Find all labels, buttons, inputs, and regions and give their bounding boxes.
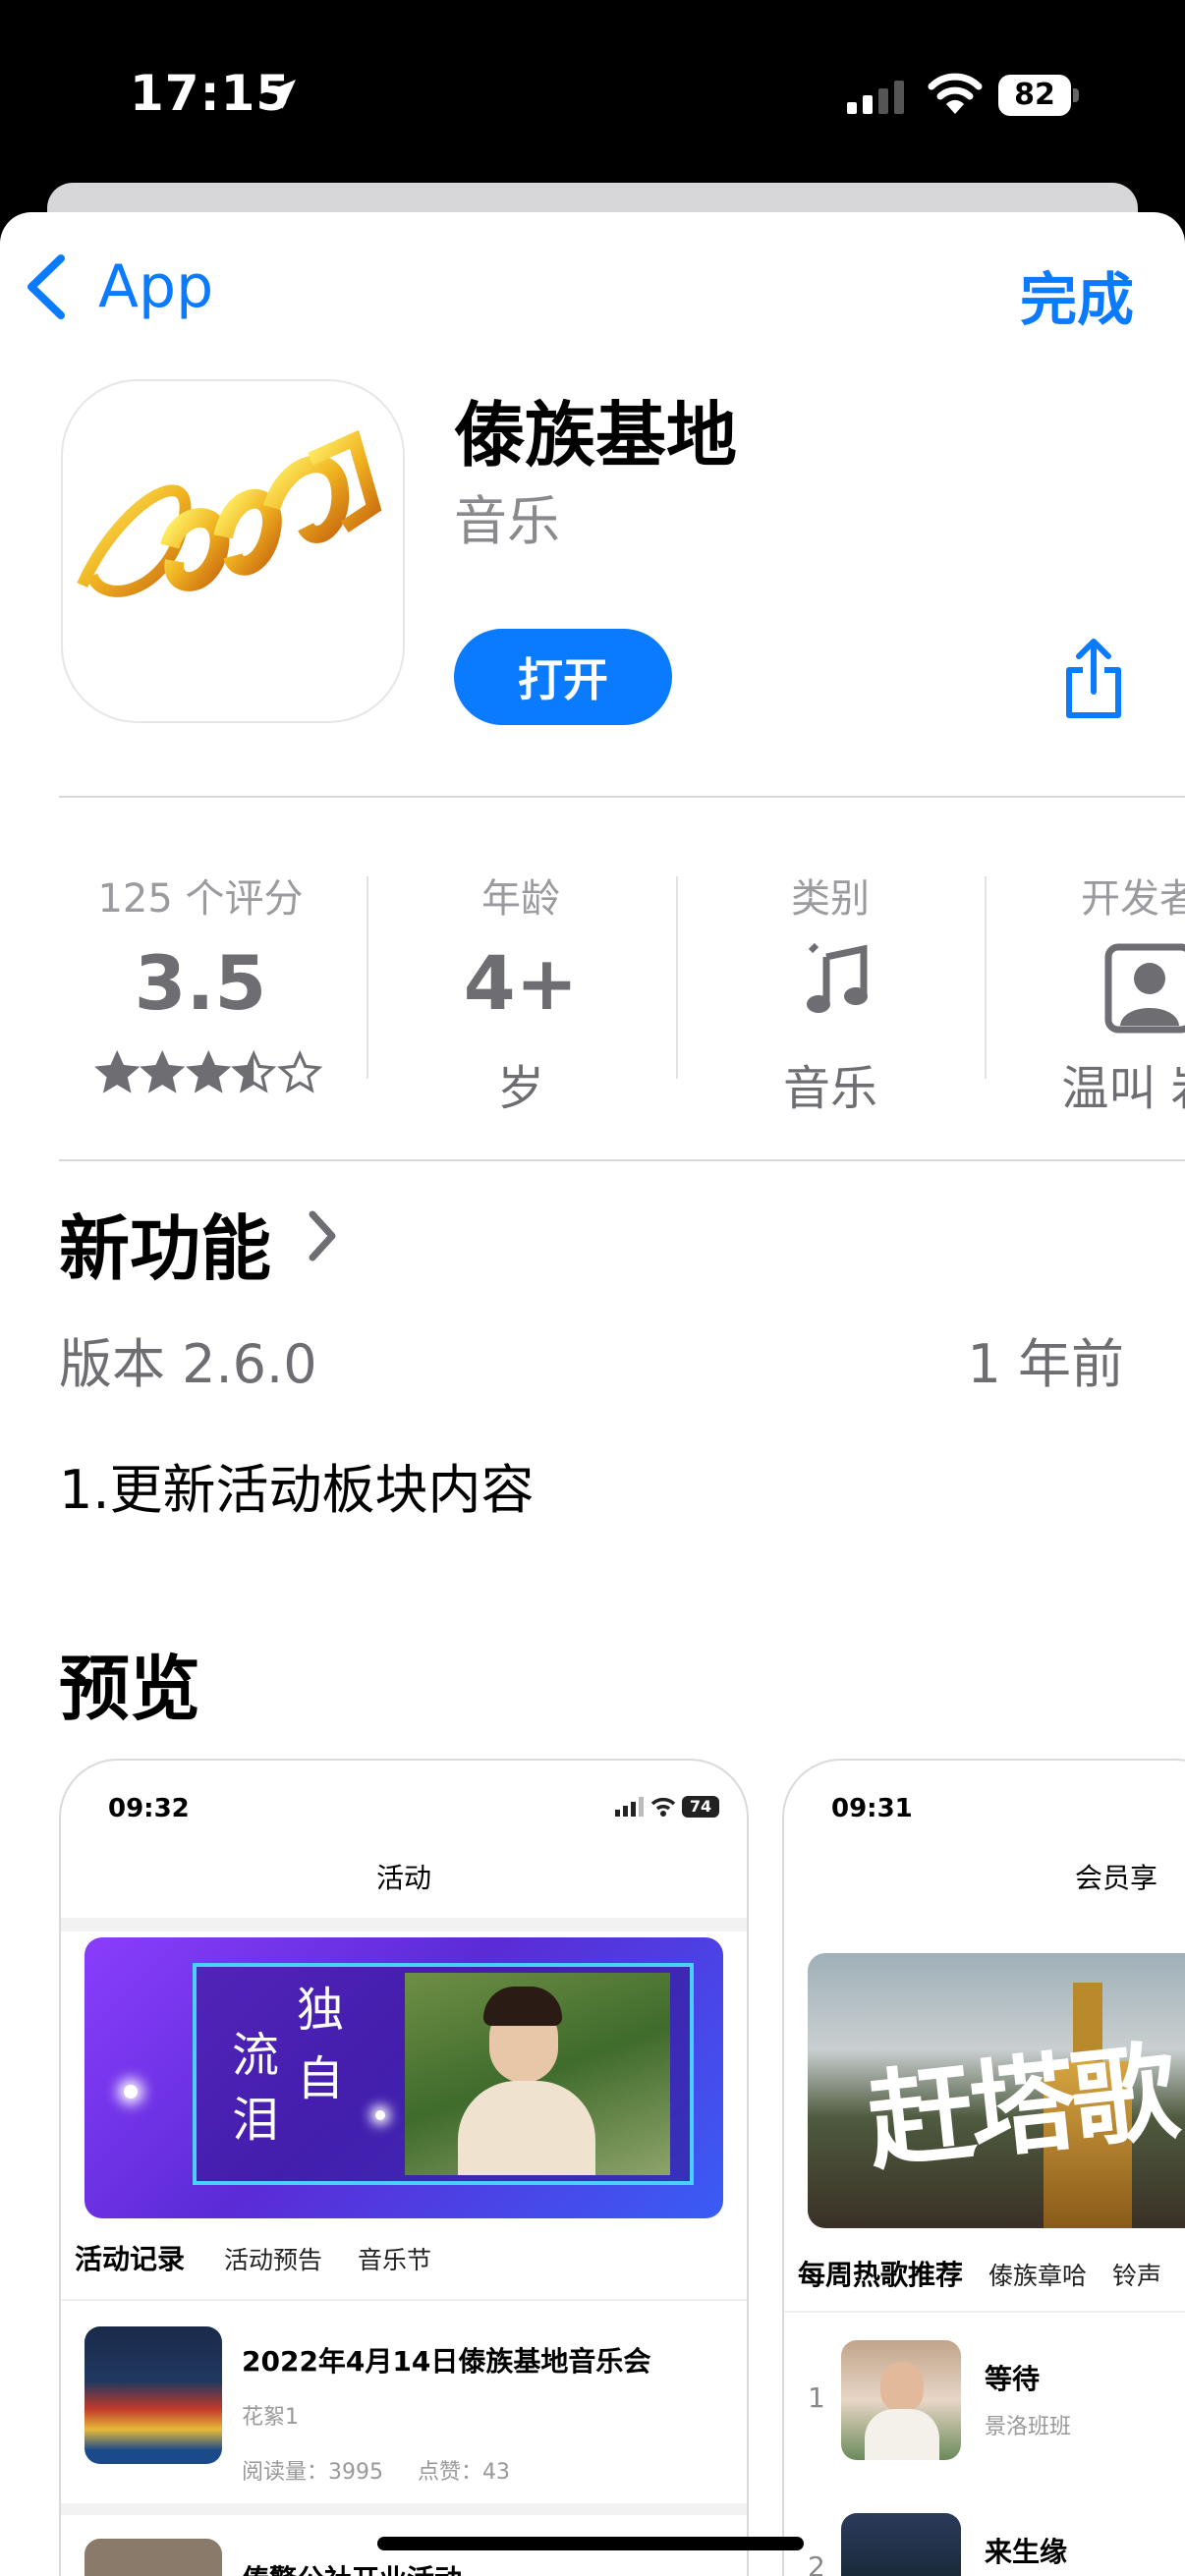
song-cover	[841, 2513, 961, 2576]
star-empty-icon	[276, 1049, 322, 1093]
song-title: 等待	[985, 2363, 1041, 2395]
category-label: 类别	[791, 876, 870, 922]
app-title: 傣族基地	[454, 394, 738, 476]
app-logo-icon	[77, 429, 382, 597]
separator	[367, 876, 368, 1079]
activity-banner[interactable]: 独 自 流 泪	[85, 1937, 723, 2218]
likes-label: 点赞：	[418, 2460, 483, 2485]
tab-music-festival[interactable]: 音乐节	[358, 2241, 431, 2276]
chevron-right-icon[interactable]	[307, 1208, 338, 1263]
stat-developer[interactable]: 开发者 温叫 岩	[992, 825, 1185, 1140]
song-artist: 景洛班班	[985, 2415, 1072, 2439]
star-half-icon	[231, 1049, 277, 1093]
divider	[61, 1918, 747, 1932]
age-value: 4+	[463, 939, 579, 1027]
back-button[interactable]: App	[24, 248, 213, 326]
divider	[784, 2311, 1185, 2313]
banner-char: 流	[232, 2028, 280, 2083]
shot-status-icons: 74	[615, 1796, 719, 1818]
item-thumbnail	[85, 2539, 222, 2576]
battery-level: 82	[1014, 78, 1055, 112]
developer-label: 开发者	[1081, 876, 1185, 922]
divider	[59, 1159, 1185, 1161]
whats-new-heading[interactable]: 新功能	[59, 1191, 271, 1294]
separator	[676, 876, 678, 1079]
info-stats-row[interactable]: 125 个评分 3.5 年龄 4+ 岁 类别 音乐 开发者 温叫	[0, 825, 1185, 1140]
banner-char: 独	[297, 1983, 345, 2038]
age-label: 年龄	[481, 876, 560, 922]
tab-dai-zhangha[interactable]: 傣族章哈	[988, 2257, 1087, 2292]
wifi-icon	[650, 1797, 676, 1817]
app-icon	[61, 379, 405, 723]
tab-activity-records[interactable]: 活动记录	[75, 2238, 185, 2277]
item-title: 2022年4月14日傣族基地音乐会	[242, 2345, 651, 2378]
share-icon[interactable]	[1061, 637, 1126, 721]
song-cover	[841, 2340, 961, 2460]
home-indicator[interactable]	[377, 2537, 804, 2550]
shot-time: 09:32	[108, 1794, 190, 1823]
ratings-count: 125 个评分	[97, 876, 304, 922]
back-button-label: App	[98, 252, 214, 321]
stat-category[interactable]: 类别 音乐	[683, 825, 978, 1140]
battery-indicator: 82	[998, 75, 1079, 116]
open-button[interactable]: 打开	[454, 629, 672, 725]
star-filled-icon	[140, 1049, 186, 1093]
wifi-icon	[928, 73, 983, 114]
chevron-left-icon	[28, 254, 65, 319]
developer-person-icon	[1104, 943, 1185, 1034]
shot-title: 活动	[375, 1862, 431, 1894]
divider	[59, 796, 1185, 798]
release-notes: 1.更新活动板块内容	[59, 1459, 535, 1521]
song-rank: 1	[808, 2381, 825, 2414]
cellular-signal-icon	[847, 81, 904, 114]
item-thumbnail	[85, 2326, 222, 2464]
rating-value: 3.5	[134, 939, 267, 1027]
category-value: 音乐	[782, 1061, 877, 1116]
version-date: 1 年前	[967, 1333, 1124, 1395]
stat-ratings[interactable]: 125 个评分 3.5	[53, 825, 348, 1140]
tab-ringtones[interactable]: 铃声	[1112, 2257, 1161, 2292]
preview-screenshot-2[interactable]: 09:31 会员享 赶塔歌 每周热歌推荐 傣族章哈 铃声 1 等待 景洛班班 2…	[782, 1759, 1185, 2576]
song-banner[interactable]: 赶塔歌	[808, 1953, 1185, 2228]
separator	[985, 876, 987, 1079]
banner-title: 赶塔歌	[862, 2029, 1180, 2185]
activity-tabs: 活动记录 活动预告 音乐节	[75, 2238, 471, 2277]
preview-screenshot-1[interactable]: 09:32 74 活动 独 自 流 泪 活动记录 活动预告 音乐节 2022年4…	[59, 1759, 749, 2576]
likes-count: 43	[482, 2460, 511, 2485]
music-tabs: 每周热歌推荐 傣族章哈 铃声	[798, 2254, 1185, 2293]
song-rank: 2	[808, 2550, 825, 2576]
done-button[interactable]: 完成	[1020, 253, 1134, 336]
app-category: 音乐	[454, 490, 560, 552]
banner-char: 泪	[232, 2093, 280, 2148]
rating-stars	[55, 1049, 350, 1096]
item-subtitle: 花絮1	[242, 2405, 299, 2430]
shot-time: 09:31	[831, 1794, 913, 1823]
app-store-sheet: App 完成 傣族基地 音乐 打开 125 个评分 3.5 年龄 4+ 岁 类别…	[0, 212, 1185, 2576]
music-note-icon	[807, 943, 868, 1013]
banner-char: 自	[297, 2051, 345, 2106]
banner-photo	[405, 1973, 670, 2175]
location-arrow-icon	[266, 80, 296, 109]
shot-title: 会员享	[1074, 1862, 1157, 1894]
divider	[61, 2299, 747, 2301]
divider	[61, 2503, 747, 2515]
version-number: 版本 2.6.0	[59, 1333, 317, 1395]
reads-label: 阅读量：	[242, 2460, 329, 2485]
cellular-signal-icon	[615, 1797, 644, 1817]
star-filled-icon	[185, 1049, 232, 1093]
tab-weekly-hits[interactable]: 每周热歌推荐	[798, 2254, 963, 2293]
reads-count: 3995	[328, 2460, 384, 2485]
preview-heading: 预览	[59, 1648, 201, 1730]
developer-name: 温叫 岩	[1061, 1061, 1185, 1116]
age-unit: 岁	[496, 1061, 544, 1116]
star-filled-icon	[94, 1049, 141, 1093]
stat-age[interactable]: 年龄 4+ 岁	[373, 825, 668, 1140]
shot-battery: 74	[682, 1796, 719, 1818]
item-stats: 阅读量：3995 点赞：43	[242, 2454, 510, 2486]
status-bar: 17:15 82	[0, 0, 1185, 187]
tab-activity-preview[interactable]: 活动预告	[224, 2241, 322, 2276]
item-title: 傣警公社开业活动	[242, 2558, 462, 2576]
song-title: 来生缘	[985, 2536, 1068, 2568]
